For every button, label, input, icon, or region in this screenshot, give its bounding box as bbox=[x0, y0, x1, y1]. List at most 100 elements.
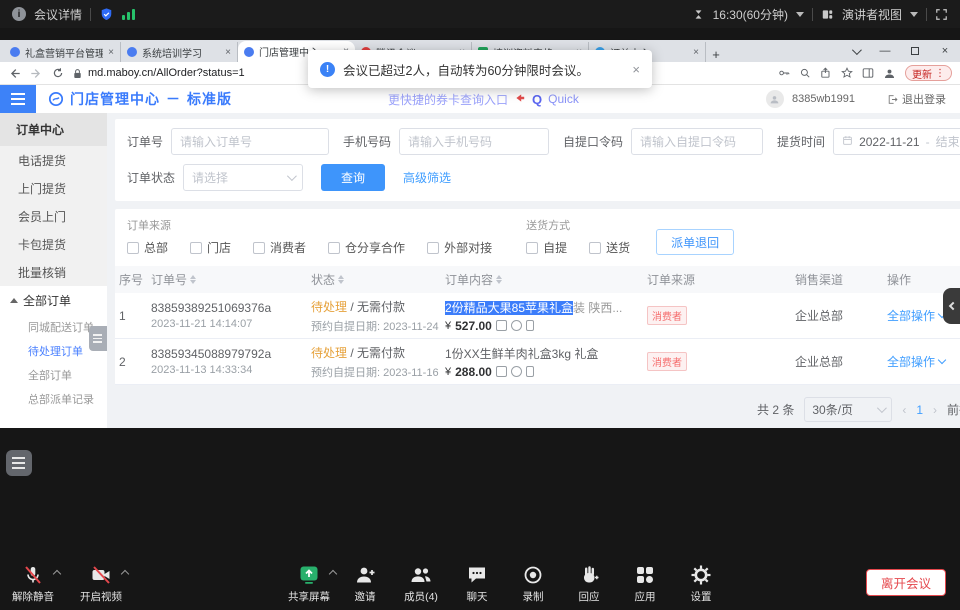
checkbox-icon[interactable] bbox=[589, 242, 601, 254]
sidebar-item-batch-verify[interactable]: 批量核销 bbox=[0, 258, 107, 286]
sidebar-group-all-orders[interactable]: 全部订单 bbox=[0, 286, 107, 315]
profile-icon[interactable] bbox=[883, 67, 896, 80]
zoom-icon[interactable] bbox=[799, 67, 811, 79]
window-maximize-icon[interactable] bbox=[900, 40, 930, 62]
timer-dropdown-icon[interactable] bbox=[796, 12, 804, 17]
invite-button[interactable]: 邀请 bbox=[340, 563, 390, 604]
col-order-no[interactable]: 订单号 bbox=[147, 271, 307, 288]
sidebar-section-order-center[interactable]: 订单中心 bbox=[0, 113, 107, 146]
sidebar-item-door-pickup[interactable]: 上门提货 bbox=[0, 174, 107, 202]
quick-link[interactable]: Quick bbox=[548, 92, 579, 106]
sidebar-drag-tab[interactable] bbox=[89, 326, 107, 351]
back-icon[interactable] bbox=[8, 67, 21, 80]
sidebar-item-card-pickup[interactable]: 卡包提货 bbox=[0, 230, 107, 258]
side-panel-icon[interactable] bbox=[862, 67, 874, 79]
leave-meeting-button[interactable]: 离开会议 bbox=[866, 569, 946, 596]
kebab-menu-icon[interactable]: ⋮ bbox=[935, 68, 945, 79]
settings-button[interactable]: 设置 bbox=[676, 563, 726, 604]
prev-page-icon[interactable]: ‹ bbox=[902, 403, 906, 417]
chrome-update-button[interactable]: 更新 ⋮ bbox=[905, 65, 952, 81]
checkbox-icon[interactable] bbox=[526, 242, 538, 254]
new-tab-button[interactable]: + bbox=[706, 47, 726, 62]
apps-button[interactable]: 应用 bbox=[620, 563, 670, 604]
tab-close-icon[interactable]: × bbox=[108, 47, 114, 58]
all-actions-dropdown[interactable]: 全部操作 bbox=[887, 353, 960, 370]
reaction-button[interactable]: 回应 bbox=[564, 563, 614, 604]
user-avatar[interactable] bbox=[766, 90, 784, 108]
sidebar-sub-hq-dispatch[interactable]: 总部派单记录 bbox=[0, 387, 107, 411]
badge-icon[interactable] bbox=[511, 366, 522, 377]
tab-close-icon[interactable]: × bbox=[693, 47, 699, 58]
sidebar-sub-all-orders[interactable]: 全部订单 bbox=[0, 363, 107, 387]
badge-icon[interactable] bbox=[511, 320, 522, 331]
sidebar-toggle-button[interactable] bbox=[0, 85, 36, 113]
checkbox-external[interactable]: 外部对接 bbox=[427, 239, 492, 256]
floating-list-button[interactable] bbox=[6, 450, 32, 476]
meeting-details-button[interactable]: 会议详情 bbox=[34, 6, 82, 23]
checkbox-icon[interactable] bbox=[190, 242, 202, 254]
col-status[interactable]: 状态 bbox=[307, 271, 441, 288]
view-dropdown-icon[interactable] bbox=[910, 12, 918, 17]
checkbox-warehouse-share[interactable]: 仓分享合作 bbox=[328, 239, 405, 256]
record-button[interactable]: 录制 bbox=[508, 563, 558, 604]
username-text[interactable]: 8385wb1991 bbox=[792, 93, 855, 105]
quick-q-icon[interactable]: Q bbox=[532, 92, 542, 107]
bookmark-star-icon[interactable] bbox=[841, 67, 853, 79]
checkbox-icon[interactable] bbox=[427, 242, 439, 254]
page-number-current[interactable]: 1 bbox=[916, 403, 923, 417]
chat-button[interactable]: 聊天 bbox=[452, 563, 502, 604]
share-page-icon[interactable] bbox=[820, 67, 832, 79]
checkbox-icon[interactable] bbox=[253, 242, 265, 254]
phone-input[interactable] bbox=[399, 128, 549, 155]
order-no-input[interactable] bbox=[171, 128, 329, 155]
next-page-icon[interactable]: › bbox=[933, 403, 937, 417]
checkbox-hq[interactable]: 总部 bbox=[127, 239, 168, 256]
reload-icon[interactable] bbox=[52, 67, 64, 79]
fullscreen-icon[interactable] bbox=[935, 8, 948, 21]
browser-tab-2[interactable]: 系统培训学习 × bbox=[121, 42, 238, 62]
tab-close-icon[interactable]: × bbox=[225, 47, 231, 58]
pickup-code-input[interactable] bbox=[631, 128, 763, 155]
share-options-caret[interactable] bbox=[329, 570, 337, 578]
unmute-button[interactable]: 解除静音 bbox=[8, 563, 58, 604]
checkbox-delivery[interactable]: 送货 bbox=[589, 239, 630, 256]
window-menu-icon[interactable] bbox=[840, 40, 870, 62]
query-button[interactable]: 查询 bbox=[321, 164, 385, 191]
share-screen-button[interactable]: 共享屏幕 bbox=[284, 563, 334, 604]
page-size-select[interactable]: 30条/页 bbox=[804, 397, 892, 422]
video-options-caret[interactable] bbox=[121, 570, 129, 578]
checkbox-icon[interactable] bbox=[328, 242, 340, 254]
checkbox-icon[interactable] bbox=[127, 242, 139, 254]
view-mode-button[interactable]: 演讲者视图 bbox=[842, 6, 902, 23]
forward-icon[interactable] bbox=[30, 67, 43, 80]
sidebar-item-member-visit[interactable]: 会员上门 bbox=[0, 202, 107, 230]
checkbox-self-pickup[interactable]: 自提 bbox=[526, 239, 567, 256]
panel-collapse-handle[interactable] bbox=[943, 288, 960, 324]
checkbox-store[interactable]: 门店 bbox=[190, 239, 231, 256]
tab-favicon bbox=[10, 47, 20, 57]
checkbox-consumer[interactable]: 消费者 bbox=[253, 239, 306, 256]
sidebar-item-phone-pickup[interactable]: 电话提货 bbox=[0, 146, 107, 174]
phone-icon[interactable] bbox=[526, 366, 534, 377]
sort-icon[interactable] bbox=[496, 275, 502, 284]
browser-tab-1[interactable]: 礼盒营销平台管理中心 × bbox=[4, 42, 121, 62]
phone-icon[interactable] bbox=[526, 320, 534, 331]
window-close-icon[interactable]: × bbox=[930, 40, 960, 62]
members-button[interactable]: 成员(4) bbox=[396, 563, 446, 604]
ticket-icon[interactable] bbox=[496, 366, 507, 377]
sort-icon[interactable] bbox=[338, 275, 344, 284]
advanced-filter-link[interactable]: 高级筛选 bbox=[403, 169, 451, 186]
start-video-button[interactable]: 开启视频 bbox=[76, 563, 126, 604]
col-content[interactable]: 订单内容 bbox=[441, 271, 643, 288]
toast-close-icon[interactable]: × bbox=[632, 62, 640, 77]
date-range-picker[interactable]: 2022-11-21 - 结束日期 bbox=[833, 128, 960, 155]
mic-options-caret[interactable] bbox=[53, 570, 61, 578]
password-key-icon[interactable] bbox=[778, 67, 790, 79]
window-minimize-icon[interactable]: — bbox=[870, 40, 900, 62]
dispatch-return-button[interactable]: 派单退回 bbox=[656, 229, 734, 255]
order-status-select[interactable]: 请选择 bbox=[183, 164, 303, 191]
logout-button[interactable]: 退出登录 bbox=[887, 91, 946, 107]
promo-link[interactable]: 更快捷的券卡查询入口 bbox=[388, 91, 508, 108]
ticket-icon[interactable] bbox=[496, 320, 507, 331]
sort-icon[interactable] bbox=[190, 275, 196, 284]
